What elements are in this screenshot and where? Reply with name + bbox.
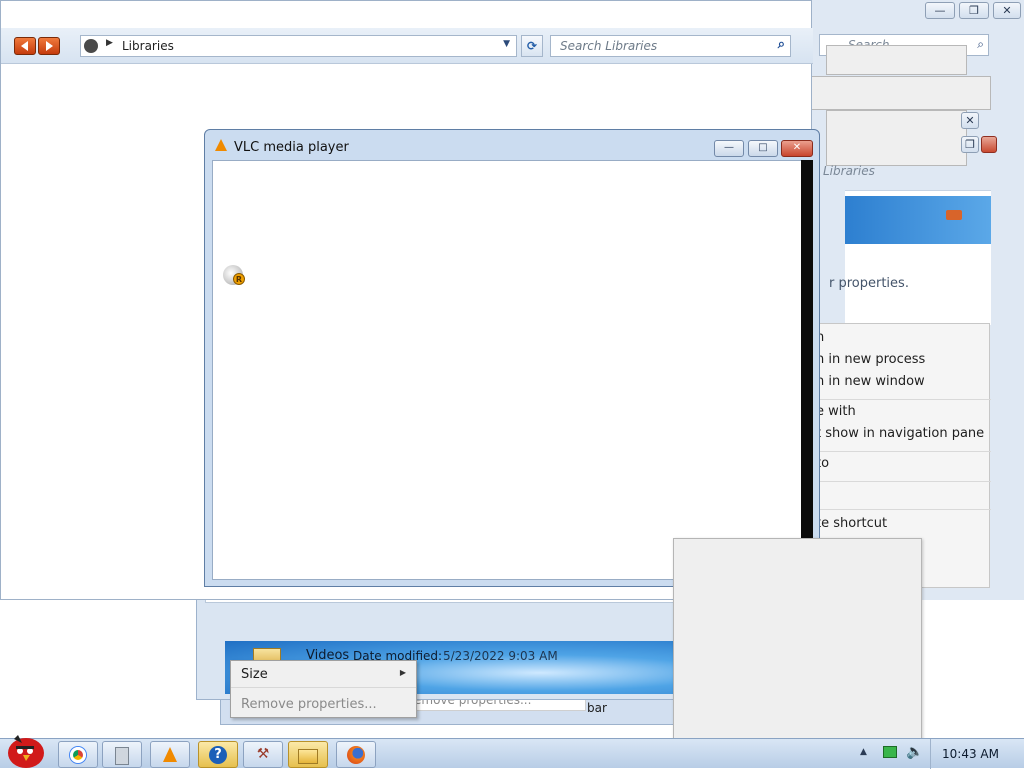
blank-dialog-strip [826, 45, 967, 75]
taskbar-explorer-button[interactable] [288, 741, 328, 768]
context-menu: Size ▶ Remove properties... [230, 660, 417, 718]
properties-pane: r properties. [829, 190, 991, 325]
properties-text-fragment: r properties. [829, 276, 909, 291]
menu-divider [231, 687, 416, 688]
chrome-icon [70, 747, 86, 763]
address-bar[interactable]: ▶ Libraries ▼ [80, 35, 517, 57]
video-strip [801, 160, 813, 546]
close-button[interactable]: ✕ [781, 140, 813, 157]
restore-button-bg[interactable]: ❐ [959, 2, 989, 19]
busy-badge-icon: R [233, 273, 245, 285]
show-hidden-icons[interactable]: ▲ [860, 747, 867, 757]
minimize-button-bg[interactable]: — [925, 2, 955, 19]
taskbar-help-button[interactable]: ? [198, 741, 238, 768]
window-title: VLC media player [234, 140, 349, 155]
libraries-fragment: Libraries [823, 164, 875, 178]
minimize-button[interactable]: — [714, 140, 744, 157]
folder-icon [298, 749, 318, 764]
refresh-icon[interactable]: ⟳ [521, 35, 543, 57]
taskbar-firefox-button[interactable] [336, 741, 376, 768]
search-placeholder: Search Libraries [560, 39, 658, 53]
close-button-small[interactable]: ✕ [961, 112, 979, 129]
blank-dialog-strip [801, 76, 991, 110]
network-icon[interactable] [883, 746, 897, 758]
blank-popup [673, 538, 922, 744]
firefox-icon [347, 746, 365, 764]
vlc-icon [163, 747, 177, 762]
breadcrumb-chevron-icon[interactable]: ▶ [106, 38, 113, 48]
close-button-small-red[interactable] [981, 136, 997, 153]
submenu-arrow-icon: ▶ [399, 668, 406, 677]
vlc-window: VLC media player — □ ✕ R [204, 129, 820, 587]
search-icon[interactable]: ⌕ [778, 37, 785, 52]
maximize-button[interactable]: □ [748, 140, 778, 157]
forward-button[interactable] [38, 37, 60, 55]
menu-item-size[interactable]: Size ▶ [231, 663, 416, 687]
start-button[interactable] [4, 731, 48, 769]
bar-fragment: bar [587, 701, 607, 715]
context-menu-item[interactable]: t show in navigation pane [816, 426, 984, 441]
details-date-value: 5/23/2022 9:03 AM [443, 649, 558, 663]
context-menu-item[interactable]: te shortcut [816, 516, 887, 531]
blank-dialog-strip [826, 110, 967, 166]
vlc-video-area[interactable]: R [212, 160, 802, 580]
library-location-icon [84, 39, 98, 53]
menu-divider [801, 481, 991, 482]
close-button-bg[interactable]: ✕ [993, 2, 1021, 19]
restore-button-small[interactable]: ❐ [961, 136, 979, 153]
search-input[interactable]: Search Libraries ⌕ [550, 35, 791, 57]
menu-divider [801, 451, 991, 452]
back-button[interactable] [14, 37, 36, 55]
help-icon: ? [209, 746, 227, 764]
context-menu-item[interactable]: e with [816, 404, 856, 419]
calculator-icon [115, 747, 129, 765]
menu-item-remove-properties[interactable]: Remove properties... [231, 693, 416, 717]
taskbar-vlc-button[interactable] [150, 741, 190, 768]
taskbar-chrome-button[interactable] [58, 741, 98, 768]
menu-divider [801, 399, 991, 400]
breadcrumb[interactable]: Libraries [122, 39, 174, 53]
properties-banner [845, 196, 991, 244]
vlc-cone-icon [215, 139, 227, 151]
context-menu-item[interactable]: n in new window [816, 374, 925, 389]
taskbar-tools-button[interactable]: ⚒ [243, 741, 283, 768]
context-menu-item[interactable]: n in new process [816, 352, 925, 367]
search-icon[interactable]: ⌕ [977, 37, 984, 52]
menu-item-label: Remove properties... [241, 697, 377, 712]
taskbar: ? ⚒ ▲ 🔈 10:43 AM [0, 735, 1024, 769]
volume-icon[interactable]: 🔈 [906, 744, 923, 760]
clock[interactable]: 10:43 AM [942, 747, 999, 761]
library-banner-icon [946, 210, 962, 220]
taskbar-calculator-button[interactable] [102, 741, 142, 768]
tray-divider [930, 739, 931, 769]
tools-icon: ⚒ [256, 746, 270, 762]
chevron-down-icon[interactable]: ▼ [503, 39, 510, 49]
menu-divider [801, 509, 991, 510]
menu-item-label: Size [241, 667, 268, 682]
